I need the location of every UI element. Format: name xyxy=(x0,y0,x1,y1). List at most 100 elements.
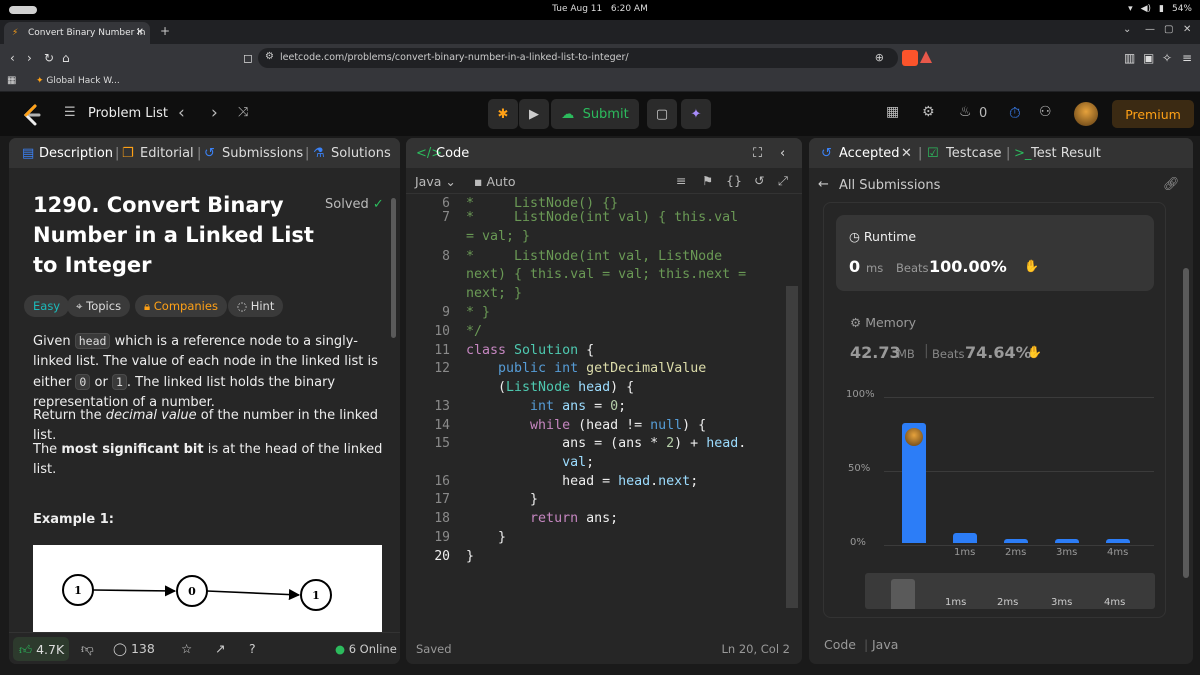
new-tab-icon[interactable]: + xyxy=(160,24,170,38)
description-scrollbar[interactable] xyxy=(391,198,396,338)
memory-header[interactable]: ⚙ Memory xyxy=(850,315,916,330)
bookmark-icon[interactable]: ◻ xyxy=(243,51,253,65)
companies-tag[interactable]: 🔒︎ Companies xyxy=(135,295,227,317)
settings-gear-icon[interactable]: ⚙ xyxy=(922,104,935,120)
submit-button[interactable]: ☁ Submit xyxy=(551,99,639,129)
code-line[interactable]: * ListNode(int val, ListNode xyxy=(466,249,722,264)
clock[interactable]: Tue Aug 11 6:20 AM xyxy=(0,4,1200,14)
add-user-icon[interactable]: ⚇ xyxy=(1039,104,1052,120)
share-icon[interactable]: ↗ xyxy=(215,641,225,656)
home-icon[interactable]: ⌂ xyxy=(62,51,70,65)
code-line[interactable]: * ListNode() {} xyxy=(466,196,618,211)
brush-handle[interactable] xyxy=(891,579,915,609)
close-tab-icon[interactable]: ✕ xyxy=(136,27,144,38)
maximize-icon[interactable]: ▢ xyxy=(1164,24,1173,35)
code-line[interactable]: return ans; xyxy=(466,511,618,526)
minimize-icon[interactable]: — xyxy=(1145,24,1155,35)
dislike-icon[interactable]: 👎︎ xyxy=(81,641,94,657)
range-brush[interactable]: 1ms 2ms 3ms 4ms xyxy=(865,573,1155,609)
back-icon[interactable]: ‹ xyxy=(10,51,15,65)
notes-button[interactable]: ▢ xyxy=(647,99,677,129)
code-tab[interactable]: Code xyxy=(436,146,469,161)
bookmark-item[interactable]: ✦ Global Hack W... xyxy=(36,76,120,86)
runtime-bar[interactable] xyxy=(1055,539,1079,543)
shuffle-icon[interactable]: ⤨ xyxy=(238,105,248,120)
url-field[interactable]: ⚙ leetcode.com/problems/convert-binary-n… xyxy=(258,48,898,68)
brave-shields-icon[interactable] xyxy=(902,50,918,66)
braces-icon[interactable]: {} xyxy=(726,173,742,188)
timer-icon[interactable]: ⏱ xyxy=(1009,104,1021,122)
runtime-bar[interactable] xyxy=(1004,539,1028,543)
tab-list-icon[interactable]: ⌄ xyxy=(1123,24,1131,35)
back-arrow-icon[interactable]: ← xyxy=(818,177,829,192)
code-line[interactable]: (ListNode head) { xyxy=(466,380,634,395)
link-icon[interactable]: 🔗︎ xyxy=(1163,177,1180,192)
format-icon[interactable]: ≡ xyxy=(676,173,686,188)
code-line[interactable]: = val; } xyxy=(466,229,530,244)
browser-tab[interactable]: ⚡ Convert Binary Number in ✕ xyxy=(4,22,150,44)
like-button[interactable]: 👍︎ 4.7K xyxy=(13,637,69,661)
code-line[interactable]: ans = (ans * 2) + head. xyxy=(466,436,746,451)
problem-list-icon[interactable]: ☰ xyxy=(64,105,76,120)
site-info-icon[interactable]: ⚙ xyxy=(265,51,274,62)
close-window-icon[interactable]: ✕ xyxy=(1183,24,1191,35)
streak-fire-icon[interactable]: ♨ xyxy=(959,104,972,120)
runtime-bar[interactable] xyxy=(953,532,977,543)
difficulty-badge[interactable]: Easy xyxy=(24,295,70,317)
tab-testcase[interactable]: Testcase xyxy=(946,146,1002,161)
avatar[interactable] xyxy=(1074,102,1098,126)
expand-icon[interactable]: ⤢ xyxy=(778,173,788,189)
code-line[interactable]: while (head != null) { xyxy=(466,418,706,433)
favorite-star-icon[interactable]: ☆ xyxy=(181,641,192,656)
tab-submissions[interactable]: Submissions xyxy=(222,146,303,161)
code-line[interactable]: * } xyxy=(466,305,490,320)
language-select[interactable]: Java ⌄ xyxy=(415,174,456,189)
code-line[interactable]: class Solution { xyxy=(466,343,594,358)
tab-solutions[interactable]: Solutions xyxy=(331,146,391,161)
close-tab-icon[interactable]: ✕ xyxy=(901,146,912,161)
forward-icon[interactable]: › xyxy=(27,51,32,65)
code-line[interactable]: int ans = 0; xyxy=(466,399,626,414)
collapse-panel-icon[interactable]: ‹ xyxy=(780,146,785,161)
code-line[interactable]: * ListNode(int val) { this.val xyxy=(466,210,738,225)
apps-grid-icon[interactable]: ▦ xyxy=(7,75,16,86)
reload-icon[interactable]: ↻ xyxy=(44,51,54,65)
runtime-card[interactable]: ◷ Runtime 0 ms Beats 100.00% ✋ xyxy=(836,215,1154,291)
help-icon[interactable]: ? xyxy=(249,641,256,656)
tab-editorial[interactable]: Editorial xyxy=(140,146,194,161)
tab-test-result[interactable]: Test Result xyxy=(1031,146,1101,161)
topics-tag[interactable]: ⌖ Topics xyxy=(67,295,131,317)
runtime-bar[interactable] xyxy=(1106,539,1130,543)
menu-icon[interactable]: ≡ xyxy=(1182,51,1192,65)
code-line[interactable]: val; xyxy=(466,455,594,470)
code-line[interactable]: next) { this.val = val; this.next = xyxy=(466,267,746,282)
hint-tag[interactable]: ◌ Hint xyxy=(228,295,284,317)
system-tray[interactable]: ▾ ◀) ▮ 54% xyxy=(1128,4,1192,14)
layout-icon[interactable]: ▦ xyxy=(886,104,899,120)
auto-mode[interactable]: ▪ Auto xyxy=(474,174,516,189)
leetcode-logo-icon[interactable] xyxy=(22,104,42,126)
ai-assistant-button[interactable]: ✦ xyxy=(681,99,711,129)
fullscreen-icon[interactable]: ⛶ xyxy=(753,146,762,161)
code-line[interactable]: } xyxy=(466,492,538,507)
code-line[interactable]: next; } xyxy=(466,286,522,301)
premium-button[interactable]: Premium xyxy=(1112,100,1194,128)
tab-accepted[interactable]: Accepted xyxy=(839,146,900,161)
editor-scrollbar[interactable] xyxy=(786,286,798,608)
wallet-icon[interactable]: ▣ xyxy=(1143,51,1154,65)
brave-rewards-icon[interactable] xyxy=(920,51,932,63)
zoom-icon[interactable]: ⊕ xyxy=(875,51,884,64)
comments-button[interactable]: ◯ 138 xyxy=(113,641,155,656)
code-line[interactable]: } xyxy=(466,530,506,545)
problem-list-link[interactable]: Problem List xyxy=(88,106,168,121)
reset-icon[interactable]: ↺ xyxy=(754,173,764,188)
sidebar-icon[interactable]: ▥ xyxy=(1124,51,1135,65)
result-scrollbar[interactable] xyxy=(1183,268,1189,578)
next-problem-icon[interactable]: › xyxy=(211,103,218,123)
extensions-icon[interactable]: ✧ xyxy=(1162,51,1172,65)
code-line[interactable]: public int getDecimalValue xyxy=(466,361,706,376)
bookmark-icon[interactable]: ⚑ xyxy=(702,173,713,188)
prev-problem-icon[interactable]: ‹ xyxy=(178,103,185,123)
code-line[interactable]: */ xyxy=(466,324,482,339)
all-submissions-link[interactable]: All Submissions xyxy=(839,178,940,193)
